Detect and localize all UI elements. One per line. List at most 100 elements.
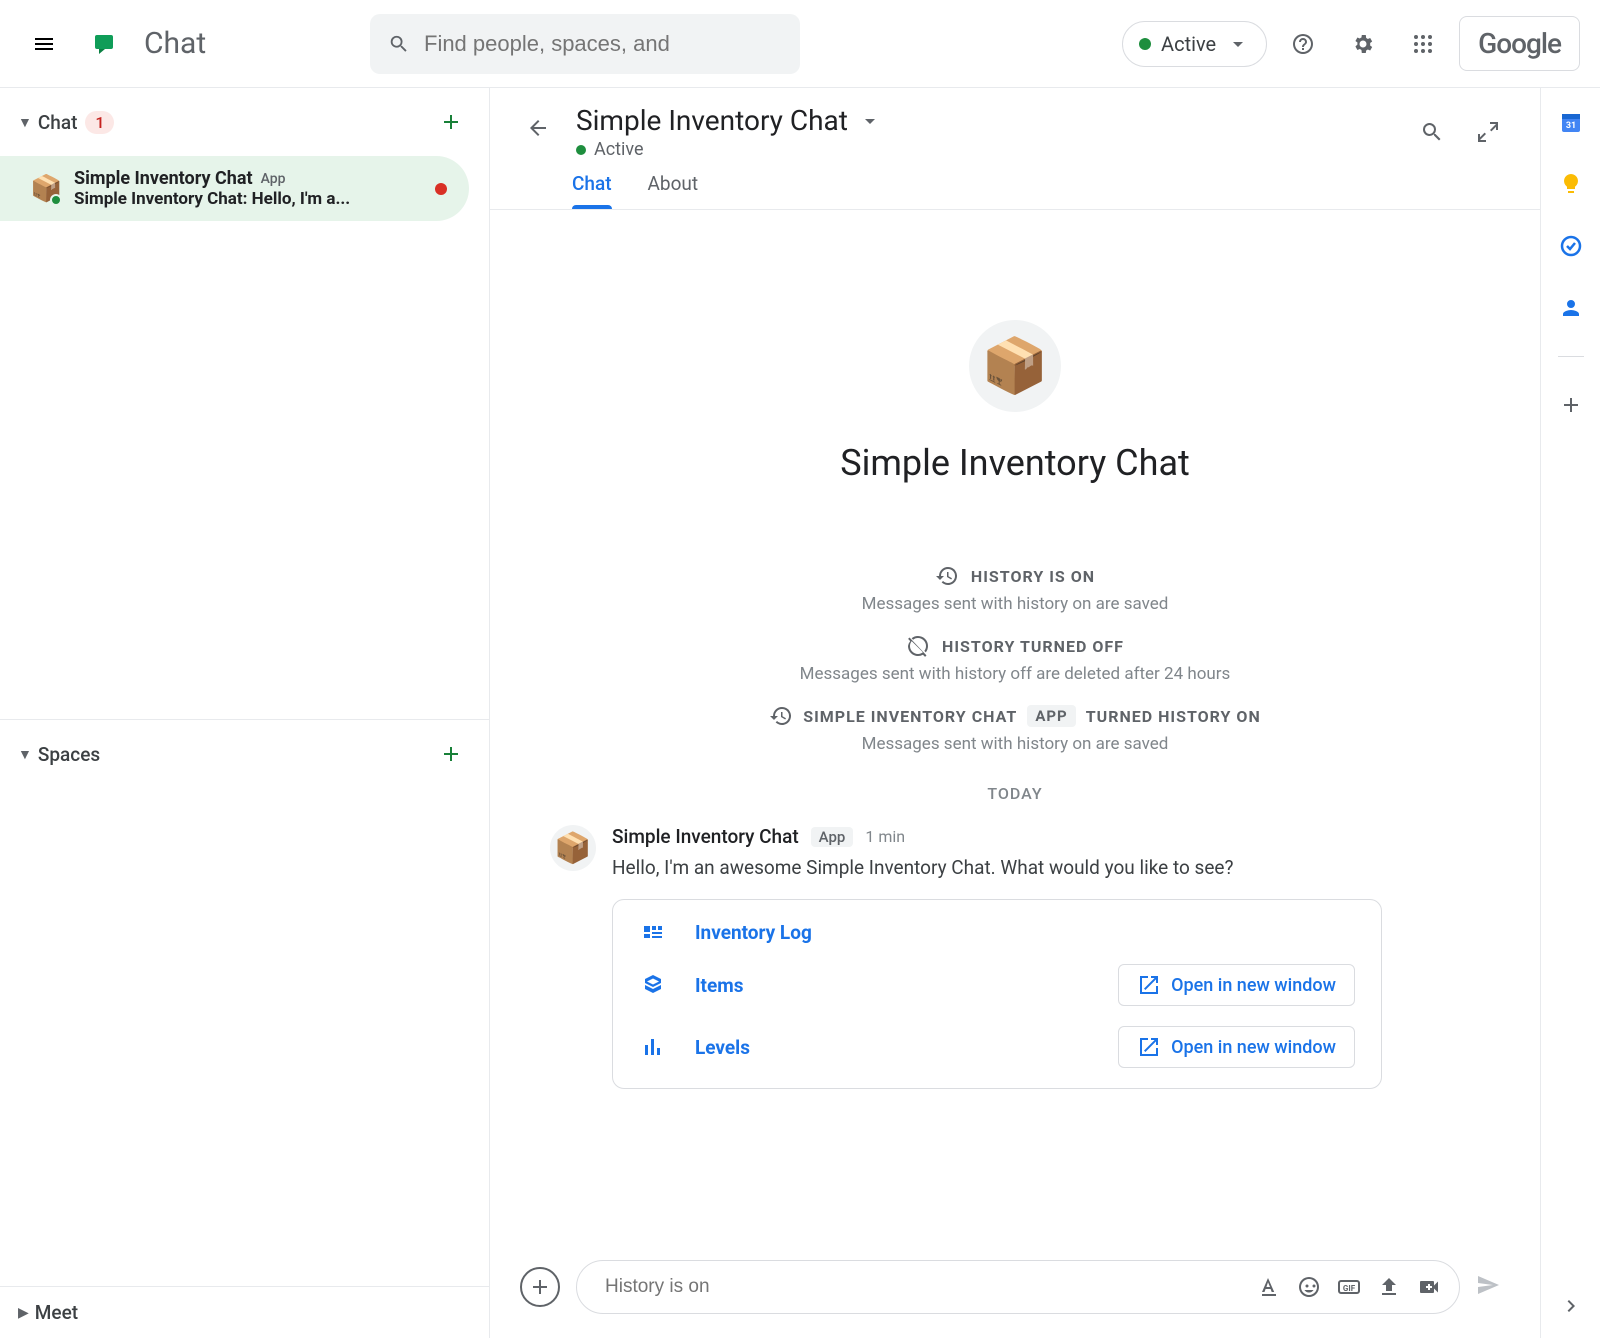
- chevron-right-icon: [1559, 1294, 1583, 1318]
- conversation-title: Simple Inventory Chat: [576, 104, 848, 137]
- collapse-icon: [1476, 120, 1500, 144]
- tab-about[interactable]: About: [648, 172, 699, 209]
- keep-addon-button[interactable]: [1557, 170, 1585, 198]
- tasks-icon: [1559, 234, 1583, 258]
- chat-list-item[interactable]: 📦 Simple Inventory Chat App Simple Inven…: [0, 156, 469, 221]
- card-row-levels: Levels Open in new window: [613, 1016, 1381, 1078]
- conversation-status: Active: [594, 139, 644, 160]
- chat-app-logo: [80, 20, 128, 68]
- meet-section-header[interactable]: ▶ Meet: [0, 1287, 489, 1338]
- tab-chat[interactable]: Chat: [572, 172, 612, 209]
- person-icon: [1559, 296, 1583, 320]
- history-off-icon: [906, 634, 930, 658]
- plus-icon: [1559, 393, 1583, 417]
- history-off-subtext: Messages sent with history off are delet…: [800, 664, 1231, 684]
- send-button[interactable]: [1476, 1273, 1500, 1301]
- conversation-intro-title: Simple Inventory Chat: [840, 442, 1190, 484]
- apps-button[interactable]: [1399, 20, 1447, 68]
- format-icon[interactable]: [1257, 1275, 1281, 1299]
- plus-icon: [528, 1275, 552, 1299]
- chat-section-title: Chat: [38, 111, 78, 134]
- apps-grid-icon: [1411, 32, 1435, 56]
- collapse-arrow-icon: ▼: [18, 114, 32, 131]
- contacts-addon-button[interactable]: [1557, 294, 1585, 322]
- app-name-label: Chat: [144, 26, 206, 61]
- card-link-inventory-log[interactable]: Inventory Log: [695, 921, 1355, 944]
- conversation-header: Simple Inventory Chat Active: [490, 88, 1540, 160]
- settings-button[interactable]: [1339, 20, 1387, 68]
- back-button[interactable]: [518, 108, 558, 148]
- send-icon: [1476, 1273, 1500, 1297]
- svg-text:GIF: GIF: [1343, 1284, 1356, 1293]
- conversation-pane: Simple Inventory Chat Active: [490, 88, 1540, 1338]
- conversation-tabs: Chat About: [490, 160, 1540, 210]
- presence-dot-icon: [50, 194, 62, 206]
- chat-unread-badge: 1: [85, 111, 114, 134]
- spaces-section-header[interactable]: ▼ Spaces: [0, 720, 489, 788]
- message-sender: Simple Inventory Chat: [612, 825, 799, 848]
- card-link-levels[interactable]: Levels: [695, 1036, 1090, 1059]
- calendar-addon-button[interactable]: 31: [1557, 108, 1585, 136]
- tasks-addon-button[interactable]: [1557, 232, 1585, 260]
- arrow-back-icon: [526, 116, 550, 140]
- new-chat-button[interactable]: [431, 102, 471, 142]
- search-input[interactable]: [424, 31, 782, 57]
- help-icon: [1291, 32, 1315, 56]
- conversation-avatar: 📦: [969, 320, 1061, 412]
- open-items-button[interactable]: Open in new window: [1118, 964, 1355, 1006]
- upload-icon[interactable]: [1377, 1275, 1401, 1299]
- chevron-down-icon: [1226, 32, 1250, 56]
- chat-section-header[interactable]: ▼ Chat 1: [0, 88, 489, 156]
- plus-icon: [439, 742, 463, 766]
- status-selector[interactable]: Active: [1122, 21, 1267, 67]
- get-addons-button[interactable]: [1557, 391, 1585, 419]
- message-text: Hello, I'm an awesome Simple Inventory C…: [612, 856, 1450, 879]
- new-space-button[interactable]: [431, 734, 471, 774]
- plus-icon: [439, 110, 463, 134]
- unread-indicator-icon: [435, 183, 447, 195]
- history-off-notice: HISTORY TURNED OFF: [906, 634, 1124, 658]
- search-box[interactable]: [370, 14, 800, 74]
- card-row-inventory-log: Inventory Log: [613, 910, 1381, 954]
- status-dot-icon: [576, 145, 586, 155]
- history-event-notice: SIMPLE INVENTORY CHAT APP TURNED HISTORY…: [769, 704, 1261, 728]
- history-on-subtext: Messages sent with history on are saved: [862, 594, 1169, 614]
- video-call-icon[interactable]: [1417, 1275, 1441, 1299]
- status-dot-icon: [1139, 38, 1151, 50]
- today-divider: TODAY: [987, 784, 1042, 803]
- open-external-icon: [1137, 1035, 1161, 1059]
- history-on-notice: HISTORY IS ON: [935, 564, 1095, 588]
- card-link-items[interactable]: Items: [695, 974, 1090, 997]
- status-label: Active: [1161, 32, 1216, 56]
- collapse-pane-button[interactable]: [1464, 108, 1512, 156]
- compose-input[interactable]: [605, 1276, 1257, 1298]
- emoji-icon[interactable]: [1297, 1275, 1321, 1299]
- top-bar: Chat Active Google: [0, 0, 1600, 88]
- compose-plus-button[interactable]: [520, 1267, 560, 1307]
- message-type-tag: App: [811, 827, 854, 847]
- svg-text:31: 31: [1565, 121, 1575, 131]
- chevron-down-icon[interactable]: [858, 109, 882, 133]
- calendar-icon: 31: [1559, 110, 1583, 134]
- hamburger-menu-button[interactable]: [20, 20, 68, 68]
- meet-section-title: Meet: [35, 1301, 78, 1324]
- history-on-icon: [769, 704, 793, 728]
- levels-icon: [639, 1035, 667, 1059]
- gif-icon[interactable]: GIF: [1337, 1275, 1361, 1299]
- expand-arrow-icon: ▶: [18, 1305, 29, 1321]
- google-account-button[interactable]: Google: [1459, 16, 1580, 71]
- open-levels-button[interactable]: Open in new window: [1118, 1026, 1355, 1068]
- compose-box[interactable]: GIF: [576, 1260, 1460, 1314]
- spaces-section-title: Spaces: [38, 743, 100, 766]
- left-sidebar: ▼ Chat 1 📦 Simple Inventory Chat App Sim…: [0, 88, 490, 1338]
- history-on-icon: [935, 564, 959, 588]
- open-external-icon: [1137, 973, 1161, 997]
- compose-area: GIF: [490, 1242, 1540, 1338]
- help-button[interactable]: [1279, 20, 1327, 68]
- conversation-search-button[interactable]: [1408, 108, 1456, 156]
- search-icon: [1420, 120, 1444, 144]
- conversation-body: 📦 Simple Inventory Chat HISTORY IS ON Me…: [490, 210, 1540, 1242]
- message: 📦 Simple Inventory Chat App 1 min Hello,…: [490, 803, 1540, 1089]
- collapse-side-panel-button[interactable]: [1559, 1294, 1583, 1322]
- hamburger-icon: [32, 32, 56, 56]
